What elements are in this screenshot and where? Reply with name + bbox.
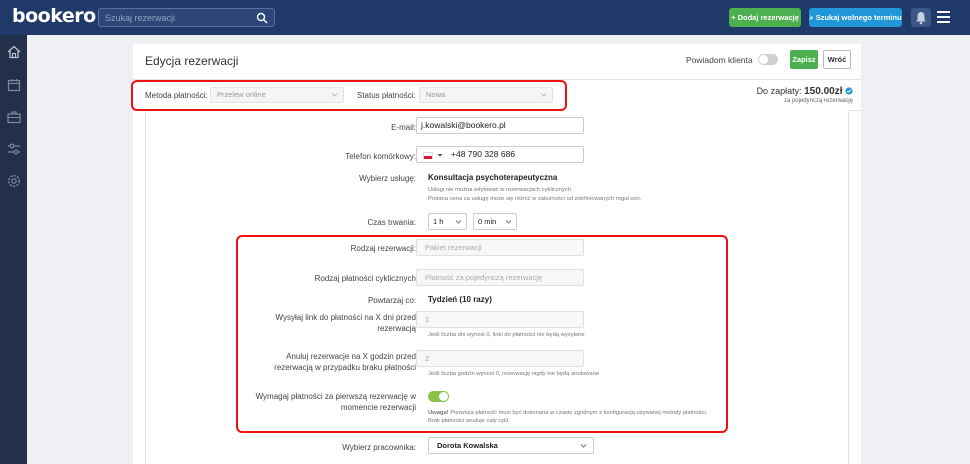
notifications-button[interactable] xyxy=(911,8,931,27)
search-input[interactable] xyxy=(105,11,255,25)
chevron-down-icon xyxy=(505,220,512,224)
gear-icon[interactable] xyxy=(6,173,22,189)
search-box[interactable] xyxy=(98,8,275,27)
highlight-cyclic-box xyxy=(236,235,728,433)
add-reservation-button[interactable]: + Dodaj rezerwację xyxy=(729,8,801,27)
phone-field[interactable]: +48 790 328 686 xyxy=(416,146,584,163)
hamburger-menu-icon[interactable] xyxy=(937,11,950,23)
email-field[interactable]: j.kowalski@bookero.pl xyxy=(416,117,584,134)
highlight-payment-box xyxy=(131,80,567,111)
employee-label: Wybierz pracownika: xyxy=(342,443,416,452)
verified-icon xyxy=(845,87,853,95)
amount-due-value: 150.00zł xyxy=(804,86,843,97)
sidebar xyxy=(0,35,27,464)
duration-label: Czas trwania: xyxy=(367,218,416,227)
service-label: Wybierz usługę: xyxy=(359,174,416,183)
phone-label: Telefon komórkowy: xyxy=(345,152,416,161)
back-button[interactable]: Wróć xyxy=(823,50,851,69)
chevron-down-icon xyxy=(580,444,587,448)
briefcase-icon[interactable] xyxy=(6,109,22,125)
service-price-hint: Podana cena za usługę może się różnić w … xyxy=(428,196,642,202)
duration-hours-select[interactable]: 1 h xyxy=(428,213,467,230)
search-icon[interactable] xyxy=(256,12,268,24)
service-value: Konsultacja psychoterapeutyczna xyxy=(428,173,558,182)
logo[interactable]: bookero xyxy=(12,5,96,27)
notify-client-label: Powiadom klienta xyxy=(686,55,753,65)
save-button[interactable]: Zapisz xyxy=(790,50,818,69)
duration-minutes-select[interactable]: 0 min xyxy=(473,213,517,230)
phone-value: +48 790 328 686 xyxy=(451,149,516,159)
employee-select[interactable]: Dorota Kowalska xyxy=(428,437,594,454)
sliders-icon[interactable] xyxy=(6,141,22,157)
duration-hours-value: 1 h xyxy=(433,217,444,226)
bell-icon xyxy=(916,12,926,25)
email-label: E-mail: xyxy=(391,123,416,132)
amount-due-sub: za pojedynczą rezerwację xyxy=(783,98,853,104)
employee-value: Dorota Kowalska xyxy=(437,441,498,450)
poland-flag-icon[interactable] xyxy=(423,152,433,159)
page-title: Edycja rezerwacji xyxy=(145,54,239,68)
calendar-icon[interactable] xyxy=(6,77,22,93)
chevron-down-icon[interactable] xyxy=(437,153,443,158)
home-icon[interactable] xyxy=(6,44,22,60)
amount-due-label: Do zapłaty: xyxy=(756,86,802,96)
duration-minutes-value: 0 min xyxy=(478,217,497,226)
notify-client-toggle[interactable] xyxy=(758,54,778,65)
amount-due: Do zapłaty: 150.00zł xyxy=(757,86,853,97)
find-free-slot-button[interactable]: ⌕ Szukaj wolnego terminu xyxy=(809,8,902,27)
top-bar: bookero + Dodaj rezerwację ⌕ Szukaj woln… xyxy=(0,0,970,35)
chevron-down-icon xyxy=(455,220,462,224)
service-hint: Usługi nie można edytować w rezerwacjach… xyxy=(428,187,572,193)
